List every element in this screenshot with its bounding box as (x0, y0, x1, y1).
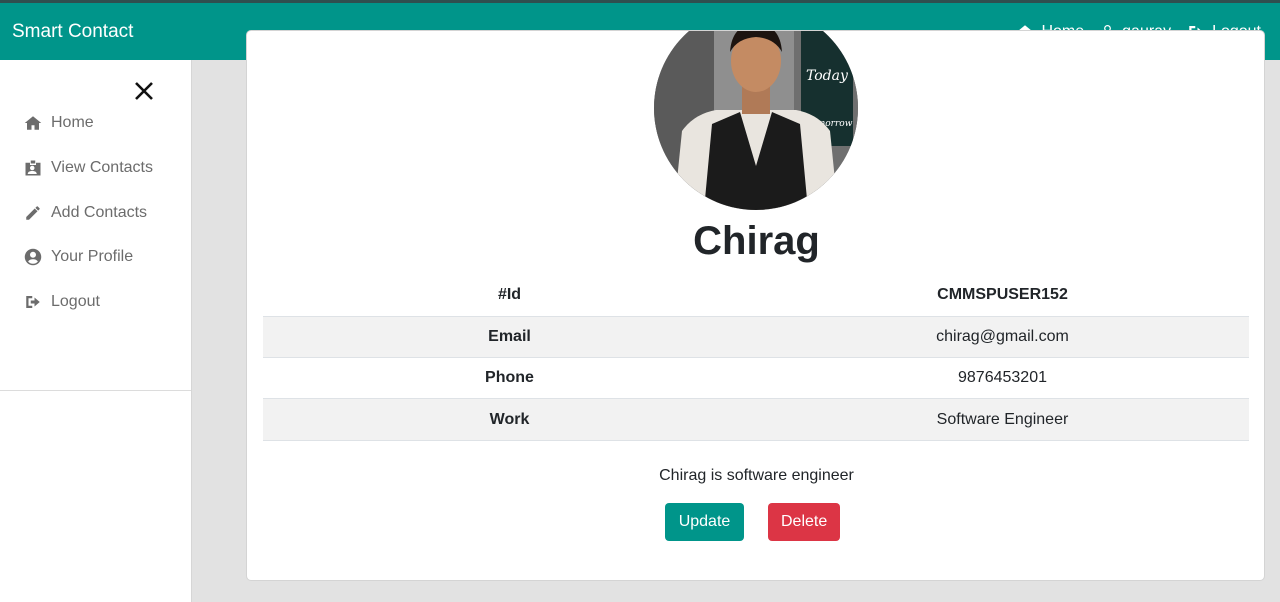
brand-title[interactable]: Smart Contact (12, 21, 133, 43)
sidebar-item-view-contacts[interactable]: View Contacts (0, 146, 191, 191)
table-row: Phone 9876453201 (263, 357, 1249, 400)
sidebar-item-label: Add Contacts (51, 203, 148, 221)
row-label: Phone (263, 357, 756, 400)
close-icon (135, 82, 153, 100)
row-value: 9876453201 (756, 357, 1249, 400)
row-value: chirag@gmail.com (756, 316, 1249, 359)
row-label: #Id (263, 275, 756, 317)
row-label: Work (263, 398, 756, 441)
contact-name: Chirag (693, 219, 820, 263)
sidebar-item-add-contacts[interactable]: Add Contacts (0, 190, 191, 235)
logout-icon (26, 296, 40, 309)
update-button[interactable]: Update (665, 503, 744, 541)
sidebar-item-label: Your Profile (51, 248, 134, 266)
sidebar-item-label: View Contacts (51, 159, 153, 177)
sidebar-item-label: Logout (51, 293, 100, 311)
contact-detail-card: Today Tomorrow Chirag #Id CMMSPUSER152 E… (246, 30, 1265, 581)
sidebar-menu: Home View Contacts Add Contacts Your Pro… (0, 101, 191, 324)
contact-description: Chirag is software engineer (659, 467, 854, 484)
sidebar: Home View Contacts Add Contacts Your Pro… (0, 60, 192, 602)
row-label: Email (263, 316, 756, 359)
contact-photo: Today Tomorrow (654, 31, 858, 210)
contact-avatar: Today Tomorrow (654, 31, 858, 210)
sidebar-close-button[interactable] (133, 80, 155, 102)
user-circle-icon (24, 249, 42, 266)
pencil-icon (26, 205, 40, 220)
photo-sign-today: Today (806, 68, 849, 84)
row-value: CMMSPUSER152 (756, 275, 1249, 317)
table-row: Work Software Engineer (263, 398, 1249, 441)
home-icon (24, 116, 42, 131)
contact-actions: Update Delete (665, 503, 840, 541)
delete-button[interactable]: Delete (768, 503, 840, 541)
sidebar-item-your-profile[interactable]: Your Profile (0, 235, 191, 280)
sidebar-item-label: Home (51, 114, 94, 132)
sidebar-divider (0, 390, 191, 391)
id-badge-icon (25, 160, 41, 176)
sidebar-item-logout[interactable]: Logout (0, 280, 191, 325)
sidebar-item-home[interactable]: Home (0, 101, 191, 146)
table-row: #Id CMMSPUSER152 (263, 275, 1249, 317)
contact-info-table: #Id CMMSPUSER152 Email chirag@gmail.com … (263, 275, 1249, 441)
table-row: Email chirag@gmail.com (263, 316, 1249, 359)
row-value: Software Engineer (756, 398, 1249, 441)
